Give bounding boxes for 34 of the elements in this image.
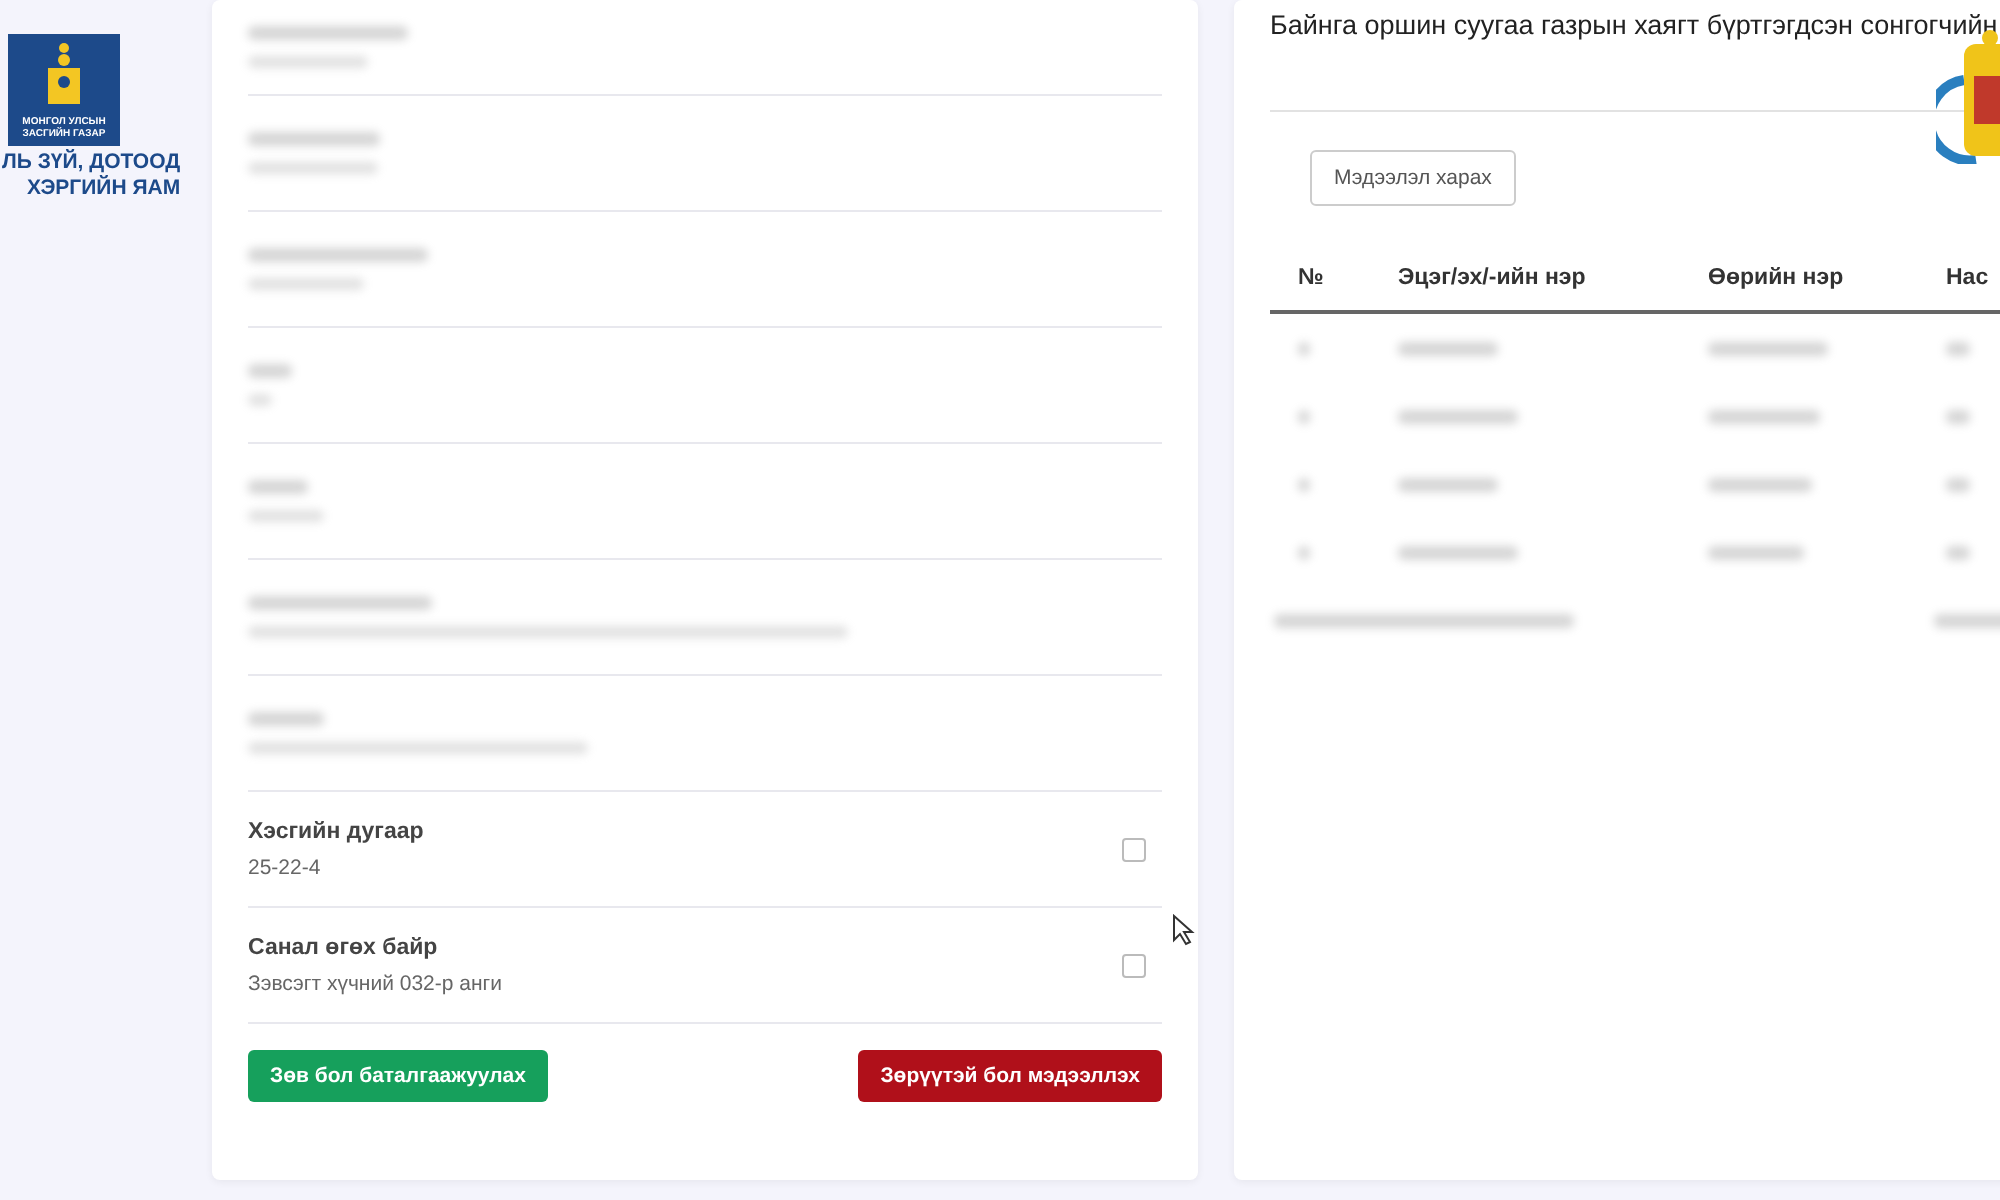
blurred-label	[248, 132, 380, 146]
field-value: 25-22-4	[248, 855, 323, 879]
column-header: Нас	[1918, 246, 2000, 312]
blurred-label	[248, 364, 292, 378]
blurred-text	[1398, 477, 1498, 491]
blurred-text	[1398, 545, 1518, 559]
blurred-text	[1298, 341, 1310, 355]
blurred-text	[1298, 545, 1310, 559]
column-header: Өөрийн нэр	[1680, 246, 1918, 312]
checkbox[interactable]	[1122, 837, 1146, 861]
blurred-text	[1946, 545, 1970, 559]
field-label: Санал өгөх байр	[248, 935, 440, 959]
ministry-name: ЛЬ ЗҮЙ, ДОТООД ХЭРГИЙН ЯАМ	[2, 150, 181, 202]
blurred-text	[1946, 409, 1970, 423]
blurred-text	[1708, 409, 1820, 423]
column-header: Эцэг/эх/-ийн нэр	[1370, 246, 1680, 312]
blurred-text	[1708, 477, 1812, 491]
blurred-text	[1946, 477, 1970, 491]
report-button[interactable]: Зөрүүтэй бол мэдээллэх	[858, 1050, 1162, 1102]
blurred-text	[1298, 477, 1310, 491]
view-info-button[interactable]: Мэдээлэл харах	[1310, 150, 1516, 206]
blurred-text	[1708, 341, 1828, 355]
blurred-text	[1398, 341, 1498, 355]
field-label: Хэсгийн дугаар	[248, 819, 424, 843]
column-header: №	[1270, 246, 1370, 312]
blurred-label	[248, 712, 324, 726]
blurred-text	[1708, 545, 1804, 559]
checkbox[interactable]	[1122, 953, 1146, 977]
blurred-text	[1398, 409, 1518, 423]
blurred-text	[1946, 341, 1970, 355]
blurred-text	[1298, 409, 1310, 423]
blurred-label	[248, 480, 308, 494]
field-value: Зэвсэгт хүчний 032-р анги	[248, 971, 502, 995]
blurred-text	[1934, 614, 2000, 628]
